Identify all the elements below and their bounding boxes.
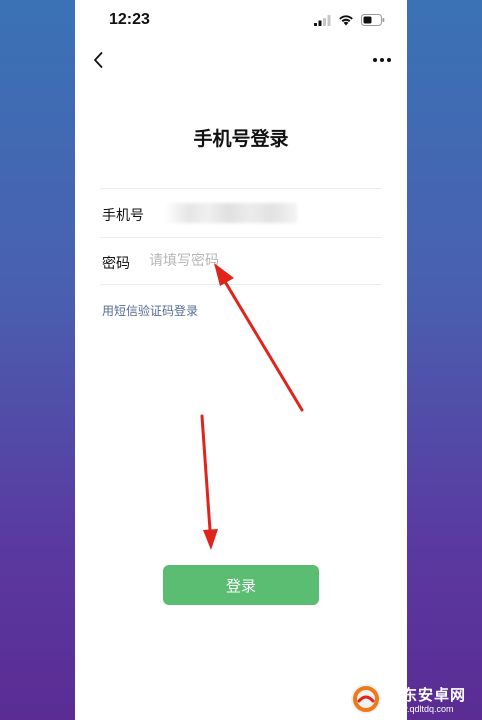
back-button[interactable] <box>87 48 111 72</box>
watermark-logo-icon <box>351 684 381 714</box>
divider <box>100 284 382 285</box>
divider <box>100 188 382 189</box>
wifi-icon <box>339 15 353 26</box>
page-title: 手机号登录 <box>193 128 289 150</box>
status-icons <box>314 14 385 26</box>
phone-label: 手机号 <box>102 208 144 224</box>
watermark: 启东安卓网 www.qdltdq.com <box>348 682 482 720</box>
password-input[interactable] <box>149 250 349 272</box>
phone-screen: 12:23 手机号登录 手机号 密码 用短信验证码登录 登录 <box>75 0 407 720</box>
watermark-url: www.qdltdq.com <box>388 704 454 714</box>
watermark-name: 启东安卓网 <box>386 686 467 704</box>
more-dots-icon <box>373 58 391 62</box>
sms-login-link[interactable]: 用短信验证码登录 <box>102 302 198 319</box>
status-time: 12:23 <box>109 11 150 28</box>
status-bar: 12:23 <box>75 0 407 40</box>
divider <box>100 237 382 238</box>
chevron-left-icon <box>94 52 103 68</box>
battery-icon <box>361 14 385 26</box>
password-label: 密码 <box>102 256 130 272</box>
more-button[interactable] <box>371 50 393 70</box>
signal-icon <box>314 14 331 26</box>
phone-number-field[interactable]: + <box>165 203 297 223</box>
login-button[interactable]: 登录 <box>163 565 319 605</box>
